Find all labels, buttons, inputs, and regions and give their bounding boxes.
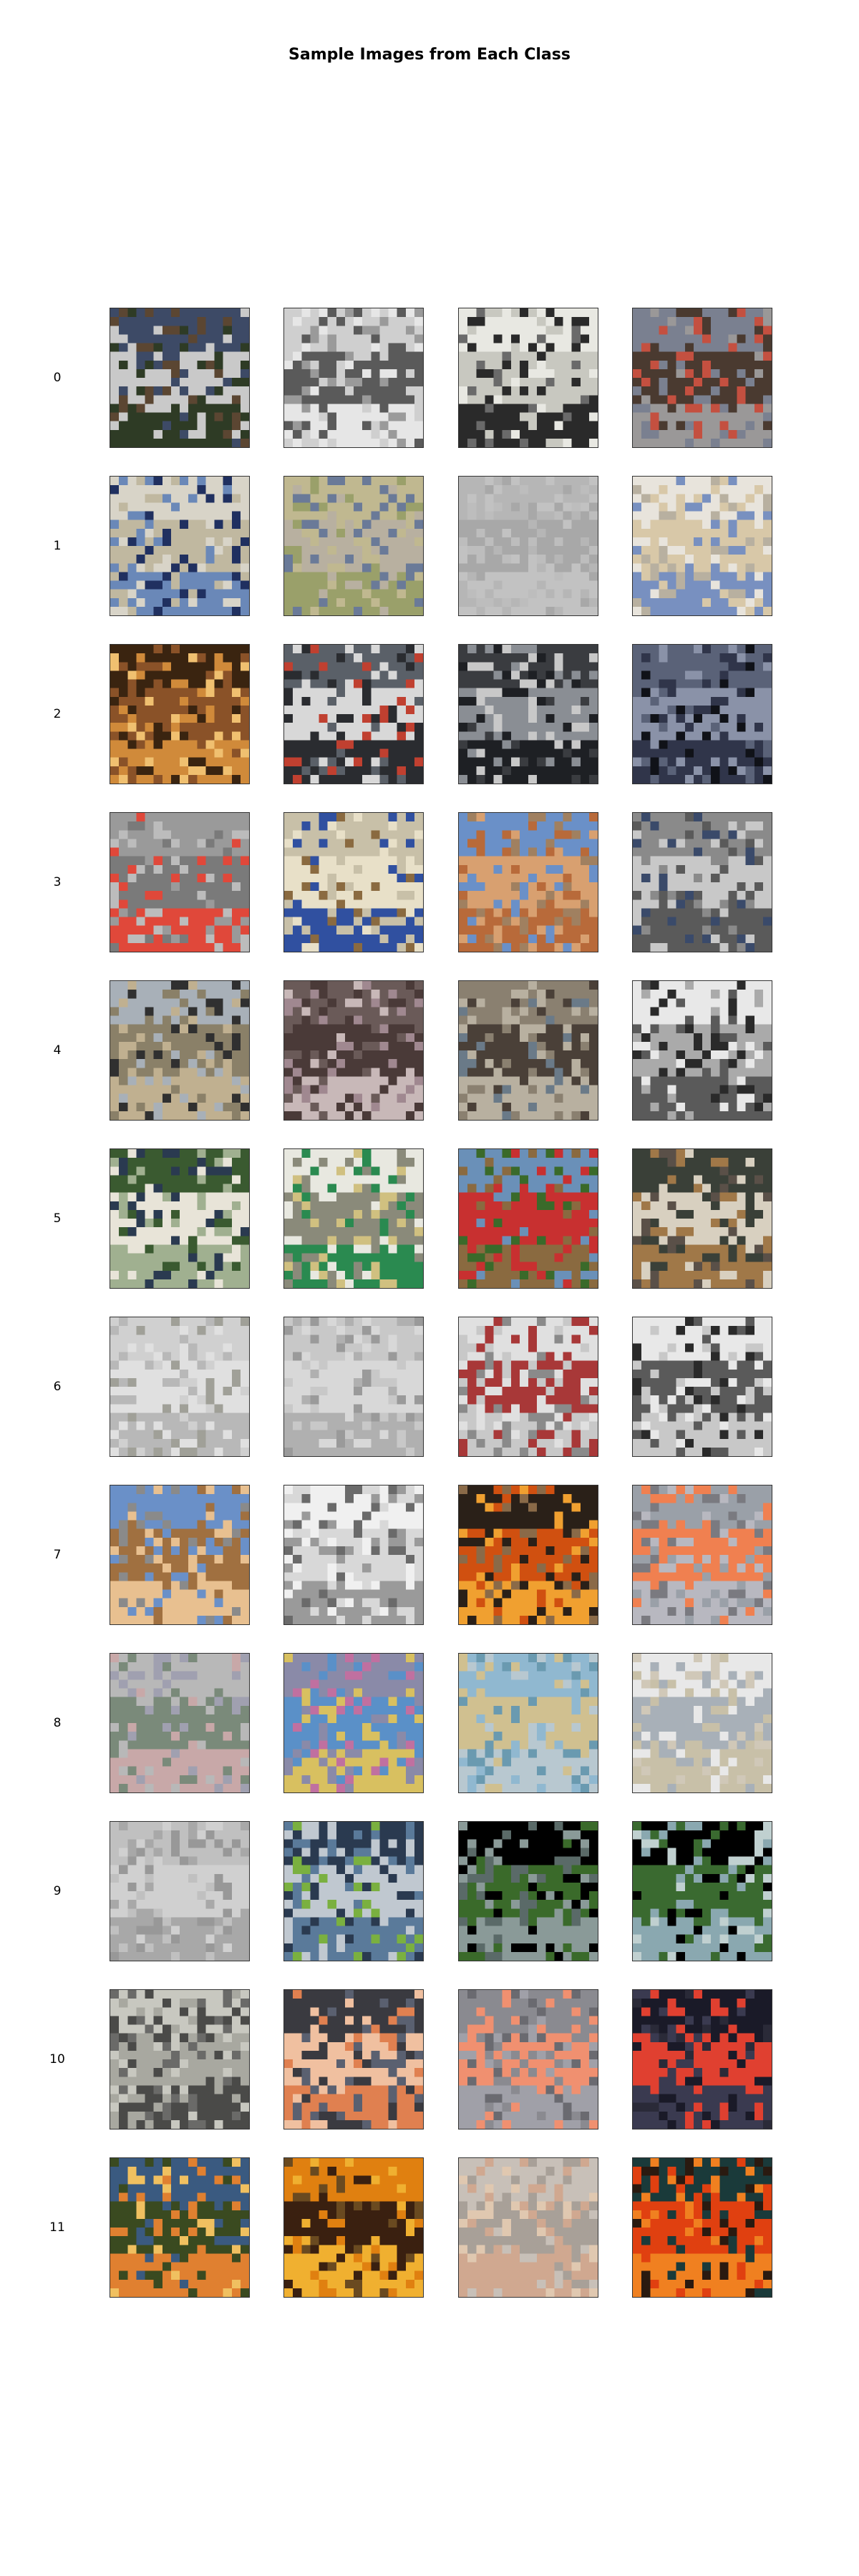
sample-image (283, 1317, 424, 1457)
sample-image (110, 1821, 250, 1961)
class-label: 3 (53, 875, 62, 889)
sample-image (632, 1485, 772, 1625)
class-label: 10 (49, 2052, 65, 2067)
sample-image (458, 1989, 598, 2129)
sample-image (458, 1485, 598, 1625)
sample-image (110, 1653, 250, 1793)
sample-image (110, 2157, 250, 2298)
sample-image (110, 1317, 250, 1457)
sample-image (632, 1317, 772, 1457)
class-label: 2 (53, 707, 62, 721)
sample-image (458, 308, 598, 448)
sample-image (283, 2157, 424, 2298)
sample-image (283, 644, 424, 784)
class-label: 0 (53, 371, 62, 385)
sample-image (110, 980, 250, 1121)
class-row-11: 11 (0, 2157, 859, 2298)
sample-image (283, 476, 424, 616)
class-label: 9 (53, 1884, 62, 1898)
sample-image (283, 1653, 424, 1793)
sample-image (458, 980, 598, 1121)
sample-image (632, 476, 772, 616)
sample-image (283, 980, 424, 1121)
class-row-7: 7 (0, 1485, 859, 1625)
sample-image (110, 644, 250, 784)
sample-image (110, 1148, 250, 1289)
class-label: 8 (53, 1716, 62, 1730)
sample-image (283, 1821, 424, 1961)
sample-image (632, 980, 772, 1121)
class-label: 5 (53, 1211, 62, 1226)
sample-image (458, 2157, 598, 2298)
sample-image (632, 308, 772, 448)
sample-image (283, 308, 424, 448)
class-label: 4 (53, 1043, 62, 1058)
class-label: 11 (49, 2220, 65, 2235)
sample-image (632, 1653, 772, 1793)
class-row-2: 2 (0, 644, 859, 784)
class-row-4: 4 (0, 980, 859, 1121)
class-row-1: 1 (0, 476, 859, 616)
sample-image (632, 644, 772, 784)
sample-image (283, 812, 424, 952)
class-row-5: 5 (0, 1148, 859, 1289)
sample-image (283, 1485, 424, 1625)
class-row-0: 0 (0, 308, 859, 448)
sample-image (458, 1653, 598, 1793)
sample-image-grid: 0 1 2 3 4 5 6 7 8 9 10 11 (0, 0, 859, 2576)
sample-image (283, 1148, 424, 1289)
class-row-6: 6 (0, 1317, 859, 1457)
class-row-8: 8 (0, 1653, 859, 1793)
sample-image (110, 476, 250, 616)
sample-image (458, 1148, 598, 1289)
sample-image (458, 644, 598, 784)
sample-image (632, 1821, 772, 1961)
class-row-9: 9 (0, 1821, 859, 1961)
class-label: 6 (53, 1380, 62, 1394)
sample-image (110, 1989, 250, 2129)
sample-image (458, 476, 598, 616)
class-row-3: 3 (0, 812, 859, 952)
sample-image (632, 812, 772, 952)
sample-image (632, 1148, 772, 1289)
sample-image (632, 1989, 772, 2129)
sample-image (458, 1821, 598, 1961)
sample-image (458, 1317, 598, 1457)
class-row-10: 10 (0, 1989, 859, 2129)
class-label: 1 (53, 539, 62, 553)
class-label: 7 (53, 1548, 62, 1562)
sample-image (283, 1989, 424, 2129)
sample-image (632, 2157, 772, 2298)
sample-image (110, 812, 250, 952)
sample-image (110, 1485, 250, 1625)
sample-image (458, 812, 598, 952)
sample-image (110, 308, 250, 448)
